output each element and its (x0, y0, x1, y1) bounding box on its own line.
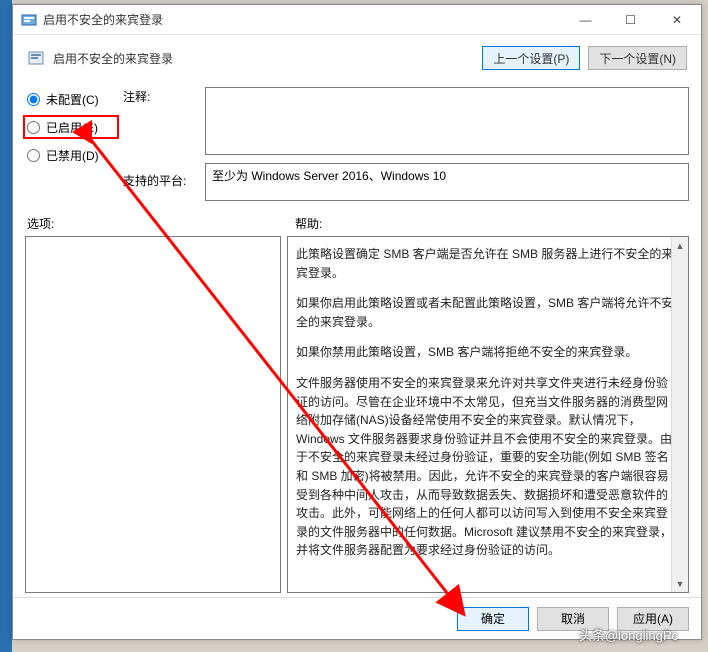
supported-platform-box: 至少为 Windows Server 2016、Windows 10 (205, 163, 689, 201)
policy-icon (27, 49, 45, 67)
radio-enabled-label: 已启用(E) (46, 119, 98, 136)
help-paragraph: 如果你启用此策略设置或者未配置此策略设置，SMB 客户端将允许不安全的来宾登录。 (296, 294, 674, 331)
window-title: 启用不安全的来宾登录 (43, 11, 563, 28)
previous-setting-button[interactable]: 上一个设置(P) (482, 46, 580, 70)
help-paragraph: 如果你禁用此策略设置，SMB 客户端将拒绝不安全的来宾登录。 (296, 343, 674, 362)
radio-disabled[interactable]: 已禁用(D) (25, 145, 117, 165)
maximize-button[interactable]: ☐ (608, 5, 653, 34)
help-scrollbar[interactable]: ▲ ▼ (671, 237, 688, 592)
header-row: 启用不安全的来宾登录 上一个设置(P) 下一个设置(N) (13, 35, 701, 81)
help-paragraph: 此策略设置确定 SMB 客户端是否允许在 SMB 服务器上进行不安全的来宾登录。 (296, 245, 674, 282)
top-row: 未配置(C) 已启用(E) 已禁用(D) 注释: 支持的平台: 至少为 Wind… (25, 87, 689, 201)
app-icon (21, 12, 37, 28)
titlebar: 启用不安全的来宾登录 — ☐ ✕ (13, 5, 701, 35)
cancel-button[interactable]: 取消 (537, 607, 609, 631)
minimize-button[interactable]: — (563, 5, 608, 34)
desktop-background-strip (0, 0, 12, 652)
help-text: 此策略设置确定 SMB 客户端是否允许在 SMB 服务器上进行不安全的来宾登录。… (288, 237, 688, 592)
apply-button[interactable]: 应用(A) (617, 607, 689, 631)
radio-group: 未配置(C) 已启用(E) 已禁用(D) (25, 87, 117, 201)
help-label: 帮助: (295, 215, 687, 232)
scroll-down-arrow-icon[interactable]: ▼ (672, 575, 688, 592)
comment-label: 注释: (123, 87, 199, 107)
platform-label: 支持的平台: (123, 171, 199, 191)
radio-enabled[interactable]: 已启用(E) (25, 117, 117, 137)
help-paragraph: 文件服务器使用不安全的来宾登录来允许对共享文件夹进行未经身份验证的访问。尽管在企… (296, 374, 674, 560)
radio-disabled-label: 已禁用(D) (46, 147, 99, 164)
options-label: 选项: (27, 215, 295, 232)
radio-disabled-input[interactable] (27, 149, 40, 162)
radio-not-configured-input[interactable] (27, 93, 40, 106)
radio-enabled-input[interactable] (27, 121, 40, 134)
policy-dialog-window: 启用不安全的来宾登录 — ☐ ✕ 启用不安全的来宾登录 上一个设置(P) 下一个… (12, 4, 702, 640)
help-pane: 此策略设置确定 SMB 客户端是否允许在 SMB 服务器上进行不安全的来宾登录。… (287, 236, 689, 593)
options-pane (25, 236, 281, 593)
dialog-footer: 确定 取消 应用(A) (13, 597, 701, 639)
close-button[interactable]: ✕ (653, 5, 701, 34)
field-column: 至少为 Windows Server 2016、Windows 10 (205, 87, 689, 201)
ok-button[interactable]: 确定 (457, 607, 529, 631)
mid-labels-row: 选项: 帮助: (25, 215, 689, 236)
panes-row: 此策略设置确定 SMB 客户端是否允许在 SMB 服务器上进行不安全的来宾登录。… (25, 236, 689, 597)
radio-not-configured[interactable]: 未配置(C) (25, 89, 117, 109)
radio-not-configured-label: 未配置(C) (46, 91, 99, 108)
comment-input[interactable] (205, 87, 689, 155)
label-column: 注释: 支持的平台: (123, 87, 199, 201)
scroll-up-arrow-icon[interactable]: ▲ (672, 237, 688, 254)
window-controls: — ☐ ✕ (563, 5, 701, 34)
policy-title: 启用不安全的来宾登录 (53, 50, 474, 67)
dialog-body: 未配置(C) 已启用(E) 已禁用(D) 注释: 支持的平台: 至少为 Wind… (13, 81, 701, 597)
next-setting-button[interactable]: 下一个设置(N) (588, 46, 687, 70)
